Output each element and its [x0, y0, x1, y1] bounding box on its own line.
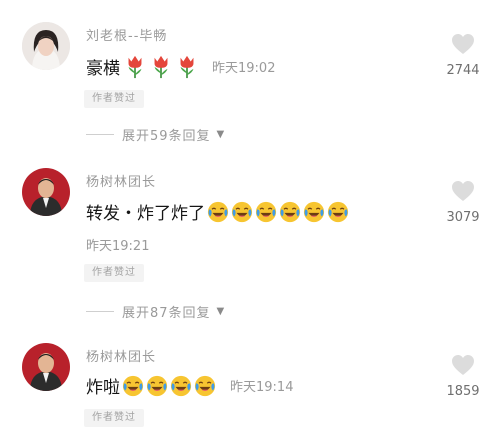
author-liked-badge: 作者赞过 — [84, 264, 144, 282]
tulip-icon — [150, 55, 172, 79]
comment-content: 转发・炸了炸了 — [86, 199, 349, 224]
comment-content: 炸啦 昨天19:14 — [86, 373, 293, 398]
laughing-crying-icon — [231, 201, 253, 223]
triangle-down-icon: ▼ — [216, 305, 226, 317]
laughing-crying-icon — [327, 201, 349, 223]
comment-time: 昨天19:14 — [230, 380, 294, 395]
heart-icon — [451, 180, 475, 202]
comment-username[interactable]: 杨树林团长 — [86, 346, 156, 365]
tulip-icon — [124, 55, 146, 79]
laughing-crying-icon — [170, 375, 192, 397]
comment-item: 杨树林团长 转发・炸了炸了 昨天19:21 作者赞过 3079 展开87条回复 … — [0, 165, 500, 325]
like-button[interactable]: 2744 — [440, 33, 486, 78]
like-count: 3079 — [446, 210, 480, 225]
comment-username[interactable]: 刘老根--毕畅 — [86, 25, 167, 44]
divider-line — [86, 133, 114, 135]
comment-item: 刘老根--毕畅 豪横 昨天19:02 作者赞过 2744 展开59条回复 ▼ — [0, 0, 500, 144]
comment-content: 豪横 昨天19:02 — [86, 54, 275, 79]
comment-text: 转发・炸了炸了 — [86, 204, 205, 224]
comment-text: 炸啦 — [86, 378, 120, 398]
comment-time: 昨天19:02 — [212, 61, 276, 76]
triangle-down-icon: ▼ — [216, 128, 226, 140]
laughing-crying-icon — [122, 375, 144, 397]
expand-replies-button[interactable]: 展开87条回复 ▼ — [86, 301, 225, 321]
divider-line — [86, 310, 114, 312]
expand-replies-label: 展开59条回复 — [122, 128, 211, 144]
laughing-crying-icon — [255, 201, 277, 223]
laughing-crying-icon — [279, 201, 301, 223]
avatar[interactable] — [22, 168, 70, 216]
laughing-crying-icon — [303, 201, 325, 223]
like-button[interactable]: 3079 — [440, 180, 486, 225]
like-button[interactable]: 1859 — [440, 354, 486, 399]
comment-username[interactable]: 杨树林团长 — [86, 171, 156, 190]
like-count: 1859 — [446, 384, 480, 399]
laughing-crying-icon — [146, 375, 168, 397]
expand-replies-button[interactable]: 展开59条回复 ▼ — [86, 124, 225, 144]
heart-icon — [451, 33, 475, 55]
tulip-icon — [176, 55, 198, 79]
expand-replies-label: 展开87条回复 — [122, 305, 211, 321]
avatar[interactable] — [22, 22, 70, 70]
comment-time: 昨天19:21 — [86, 239, 150, 254]
like-count: 2744 — [446, 63, 480, 78]
laughing-crying-icon — [194, 375, 216, 397]
comment-text: 豪横 — [86, 59, 120, 79]
avatar[interactable] — [22, 343, 70, 391]
author-liked-badge: 作者赞过 — [84, 90, 144, 108]
heart-icon — [451, 354, 475, 376]
author-liked-badge: 作者赞过 — [84, 409, 144, 427]
laughing-crying-icon — [207, 201, 229, 223]
comment-item: 杨树林团长 炸啦 昨天19:14 作者赞过 1859 — [0, 340, 500, 445]
